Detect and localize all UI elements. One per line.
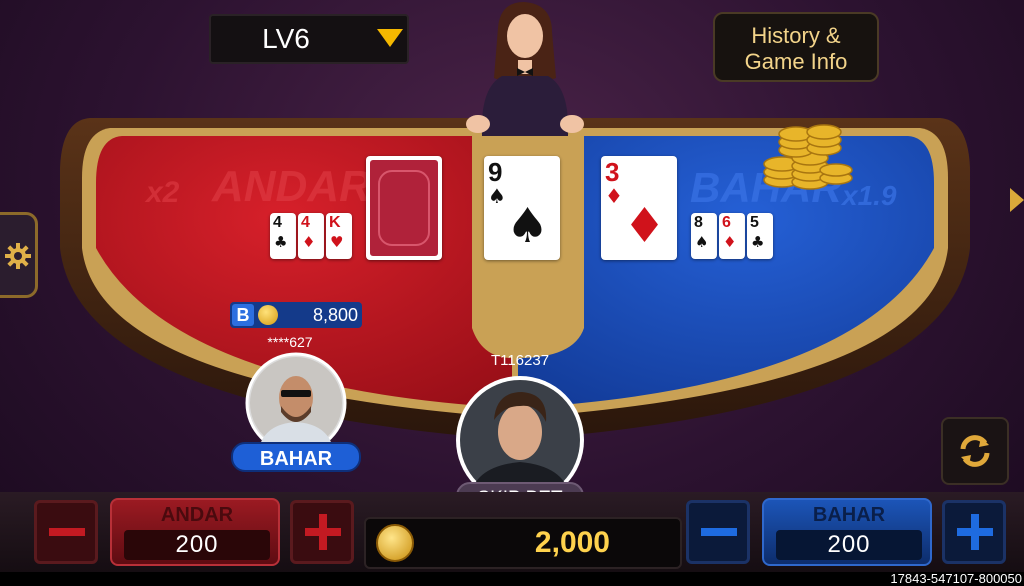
andar-card-1: 4 ♣ [270,213,296,259]
dropdown-arrow-icon [377,29,403,47]
coin-icon [258,305,278,325]
gear-icon [5,243,31,269]
bahar-card-2: 6 ♦ [719,213,745,259]
card-rank: 5 [750,214,759,231]
history-button-line1: History & [751,23,841,48]
session-id: 17843-547107-800050 [890,571,1022,586]
coin-pile-icon [763,124,853,190]
dealer-avatar [466,2,584,136]
joker-card: 9 ♠ ♠ [484,156,560,260]
player-bet-side-tag: BAHAR [231,442,361,472]
card-suit: ♣ [751,233,765,251]
history-game-info-button[interactable]: History & Game Info [713,12,879,82]
andar-multiplier: x2 [146,176,180,209]
bahar-bet-value: 200 [776,530,922,560]
bet-side-badge: B [232,304,254,326]
refresh-icon [960,435,990,467]
bahar-card-1: 8 ♠ [691,213,717,259]
level-label: LV6 [262,23,310,54]
card-rank: 4 [301,214,310,231]
level-selector[interactable]: LV6 [209,14,409,64]
andar-bet-value: 200 [124,530,270,560]
andar-card-3: K ♥ [326,213,352,259]
card-suit: ♦ [605,184,623,208]
card-suit: ♠ [695,233,709,251]
bahar-card-3: 5 ♣ [747,213,773,259]
bahar-bet-panel[interactable]: BAHAR 200 [762,498,932,566]
card-center-suit: ♠ [506,198,550,254]
andar-bet-label: ANDAR [160,504,234,526]
andar-bet-panel[interactable]: ANDAR 200 [110,498,280,566]
bahar-bet-label: BAHAR [812,504,886,526]
minus-icon [49,528,85,536]
card-suit: ♠ [488,184,506,208]
card-rank: K [329,214,341,231]
card-suit: ♦ [723,233,737,251]
andar-face-down-card [366,156,442,260]
card-suit: ♦ [302,233,316,251]
coin-icon [376,524,414,562]
andar-increase-button[interactable] [290,500,354,564]
refresh-button[interactable] [941,417,1009,485]
card-rank: 6 [722,214,731,231]
bahar-decrease-button[interactable] [686,500,750,564]
card-suit: ♣ [274,233,288,251]
andar-decrease-button[interactable] [34,500,98,564]
bahar-top-card: 3 ♦ ♦ [601,156,677,260]
card-center-suit: ♦ [623,198,667,254]
player-name: ****627 [267,334,313,350]
card-rank: 8 [694,214,703,231]
chip-value: 2,000 [534,526,610,559]
player-balance: 8,800 [312,305,358,325]
settings-button[interactable] [0,212,38,298]
andar-zone-label: ANDAR [212,162,371,211]
side-panel-arrow-icon[interactable] [1010,188,1024,212]
player-avatar[interactable] [245,352,347,454]
bahar-increase-button[interactable] [942,500,1006,564]
card-rank: 4 [273,214,282,231]
card-suit: ♥ [330,233,344,251]
minus-icon [701,528,737,536]
history-button-line2: Game Info [744,49,848,74]
player-name: T116237 [490,352,550,369]
player-avatar[interactable] [452,374,588,496]
andar-card-2: 4 ♦ [298,213,324,259]
